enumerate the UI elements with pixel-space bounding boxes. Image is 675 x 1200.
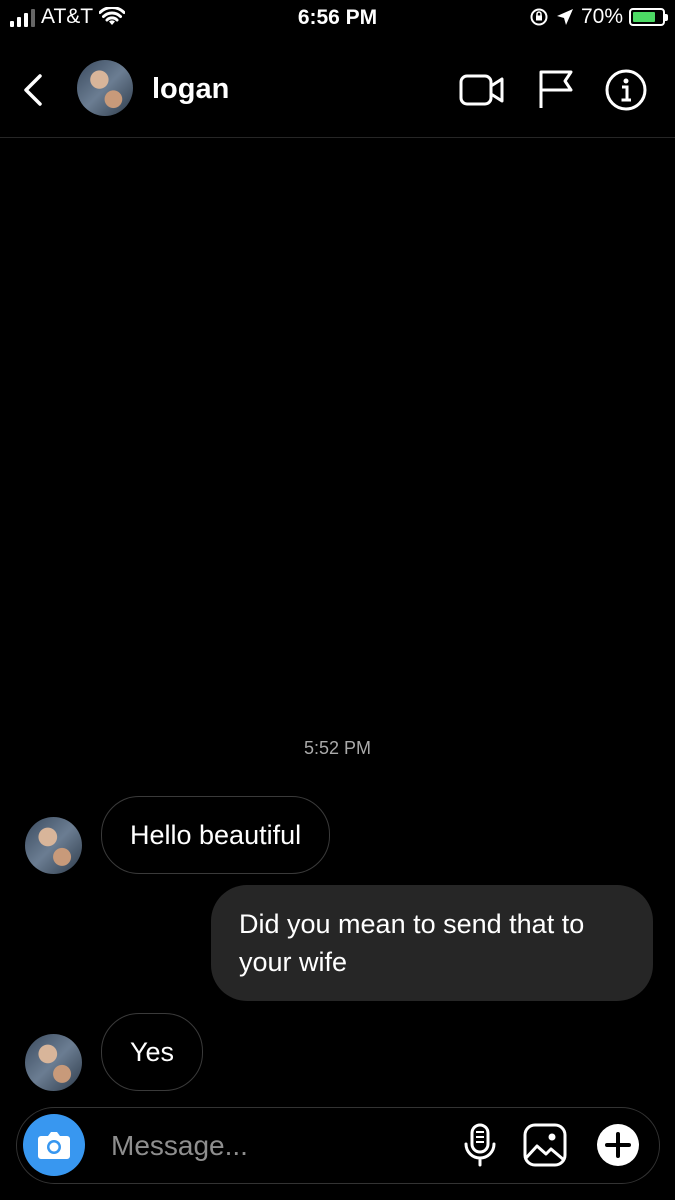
outgoing-message-bubble[interactable]: Did you mean to send that to your wife: [211, 885, 653, 1001]
message-text: Did you mean to send that to your wife: [239, 909, 585, 977]
sender-avatar[interactable]: [25, 1034, 82, 1091]
camera-icon: [38, 1132, 70, 1159]
video-camera-icon[interactable]: [459, 68, 505, 112]
message-text: Yes: [130, 1036, 175, 1067]
microphone-icon[interactable]: [457, 1122, 503, 1168]
sender-avatar[interactable]: [25, 817, 82, 874]
message-timestamp: 5:52 PM: [303, 738, 372, 758]
battery-icon: [629, 8, 668, 26]
message-input[interactable]: [109, 1122, 443, 1170]
camera-button[interactable]: [23, 1114, 85, 1176]
orientation-lock-icon: [530, 8, 548, 26]
flag-icon[interactable]: [533, 68, 579, 112]
status-bar: AT&T 6:56 PM 70%: [0, 0, 675, 40]
redaction-scribble: [238, 60, 326, 114]
chevron-left-icon[interactable]: [18, 70, 50, 110]
info-icon[interactable]: [603, 68, 649, 112]
incoming-message-bubble[interactable]: Yes: [101, 1013, 204, 1091]
image-icon[interactable]: [522, 1122, 568, 1168]
contact-avatar[interactable]: [77, 60, 133, 116]
contact-username[interactable]: logan: [152, 73, 229, 106]
incoming-message-bubble[interactable]: Hello beautiful: [101, 796, 331, 874]
message-composer: [16, 1107, 660, 1184]
status-right: 70%: [529, 5, 668, 29]
plus-icon[interactable]: [595, 1122, 641, 1168]
message-text: Hello beautiful: [130, 819, 302, 850]
chat-header: logan: [0, 40, 675, 138]
location-arrow-icon: [556, 9, 573, 25]
battery-percent: 70%: [580, 5, 623, 28]
